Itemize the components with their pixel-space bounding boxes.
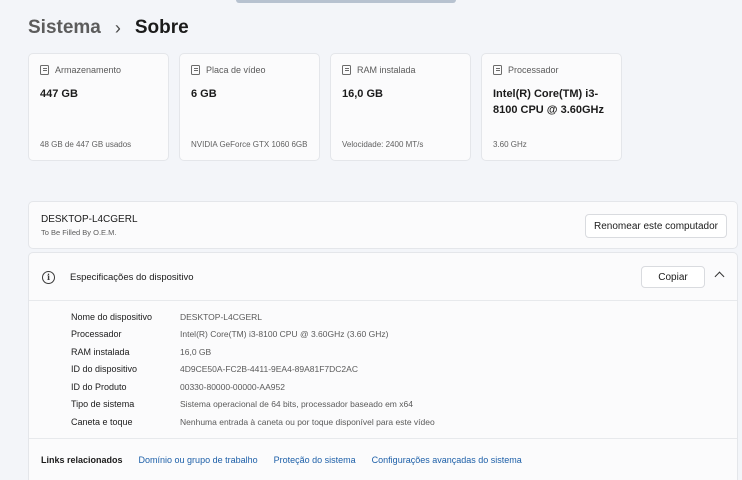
card-label: Armazenamento: [55, 65, 122, 75]
device-specifications-panel: i Especificações do dispositivo Copiar N…: [28, 252, 738, 480]
breadcrumb-parent[interactable]: Sistema: [28, 17, 101, 39]
specs-header[interactable]: i Especificações do dispositivo Copiar: [29, 253, 737, 301]
spec-row: ID do dispositivo 4D9CE50A-FC2B-4411-9EA…: [71, 361, 435, 379]
card-subtext: 3.60 GHz: [493, 140, 527, 149]
card-value: 447 GB: [40, 88, 78, 100]
spec-key: Nome do dispositivo: [71, 311, 153, 322]
link-domain-workgroup[interactable]: Domínio ou grupo de trabalho: [139, 455, 258, 465]
chevron-up-icon[interactable]: [714, 271, 725, 282]
spec-key: Caneta e toque: [71, 416, 133, 427]
card-value: Intel(R) Core(TM) i3-8100 CPU @ 3.60GHz: [493, 88, 604, 116]
specs-table: Nome do dispositivo DESKTOP-L4CGERL Proc…: [71, 308, 435, 431]
gpu-card: Placa de vídeo 6 GB NVIDIA GeForce GTX 1…: [179, 53, 320, 161]
spec-value: Sistema operacional de 64 bits, processa…: [180, 399, 413, 410]
card-subtext: 48 GB de 447 GB usados: [40, 140, 132, 149]
spec-row: Tipo de sistema Sistema operacional de 6…: [71, 396, 435, 414]
specs-title: Especificações do dispositivo: [70, 272, 194, 283]
spec-key: RAM instalada: [71, 346, 130, 357]
gpu-icon: [191, 65, 200, 75]
link-system-protection[interactable]: Proteção do sistema: [274, 455, 356, 465]
spec-row: RAM instalada 16,0 GB: [71, 343, 435, 361]
card-label: Placa de vídeo: [206, 65, 266, 75]
card-subtext: Velocidade: 2400 MT/s: [342, 140, 424, 149]
chevron-right-icon: ›: [114, 17, 121, 38]
ram-card: RAM instalada 16,0 GB Velocidade: 2400 M…: [330, 53, 471, 161]
storage-card: Armazenamento 447 GB 48 GB de 447 GB usa…: [28, 53, 169, 161]
spec-value: DESKTOP-L4CGERL: [180, 311, 263, 322]
card-subtext: NVIDIA GeForce GTX 1060 6GB: [191, 140, 308, 149]
device-name-panel: DESKTOP-L4CGERL To Be Filled By O.E.M. R…: [28, 201, 738, 249]
breadcrumb: Sistema › Sobre: [28, 14, 189, 42]
rename-computer-button[interactable]: Renomear este computador: [585, 214, 727, 238]
page-title: Sobre: [134, 17, 189, 38]
processor-card: Processador Intel(R) Core(TM) i3-8100 CP…: [481, 53, 622, 161]
spec-cards: Armazenamento 447 GB 48 GB de 447 GB usa…: [28, 53, 622, 161]
spec-row: Processador Intel(R) Core(TM) i3-8100 CP…: [71, 326, 435, 344]
copy-button[interactable]: Copiar: [641, 266, 705, 288]
spec-value: 00330-80000-00000-AA952: [180, 381, 285, 392]
spec-value: Nenhuma entrada à caneta ou por toque di…: [180, 416, 435, 427]
card-value: 16,0 GB: [342, 88, 383, 100]
spec-value: Intel(R) Core(TM) i3-8100 CPU @ 3.60GHz …: [180, 329, 389, 340]
card-label: Processador: [508, 65, 559, 75]
window-scroll-strip: [236, 0, 456, 3]
spec-row: Nome do dispositivo DESKTOP-L4CGERL: [71, 308, 435, 326]
spec-key: ID do dispositivo: [71, 364, 138, 375]
card-value: 6 GB: [191, 88, 217, 100]
spec-value: 4D9CE50A-FC2B-4411-9EA4-89A81F7DC2AC: [180, 364, 358, 375]
spec-value: 16,0 GB: [180, 346, 212, 357]
spec-row: ID do Produto 00330-80000-00000-AA952: [71, 378, 435, 396]
info-icon: i: [42, 271, 55, 284]
spec-key: Tipo de sistema: [71, 399, 135, 410]
storage-icon: [40, 65, 49, 75]
spec-row: Caneta e toque Nenhuma entrada à caneta …: [71, 413, 435, 431]
spec-key: Processador: [71, 329, 122, 340]
card-label: RAM instalada: [357, 65, 416, 75]
processor-icon: [493, 65, 502, 75]
link-advanced-system-settings[interactable]: Configurações avançadas do sistema: [372, 455, 522, 465]
ram-icon: [342, 65, 351, 75]
spec-key: ID do Produto: [71, 381, 127, 392]
related-links-bar: Links relacionados Domínio ou grupo de t…: [29, 438, 737, 480]
related-links-label: Links relacionados: [41, 455, 123, 465]
